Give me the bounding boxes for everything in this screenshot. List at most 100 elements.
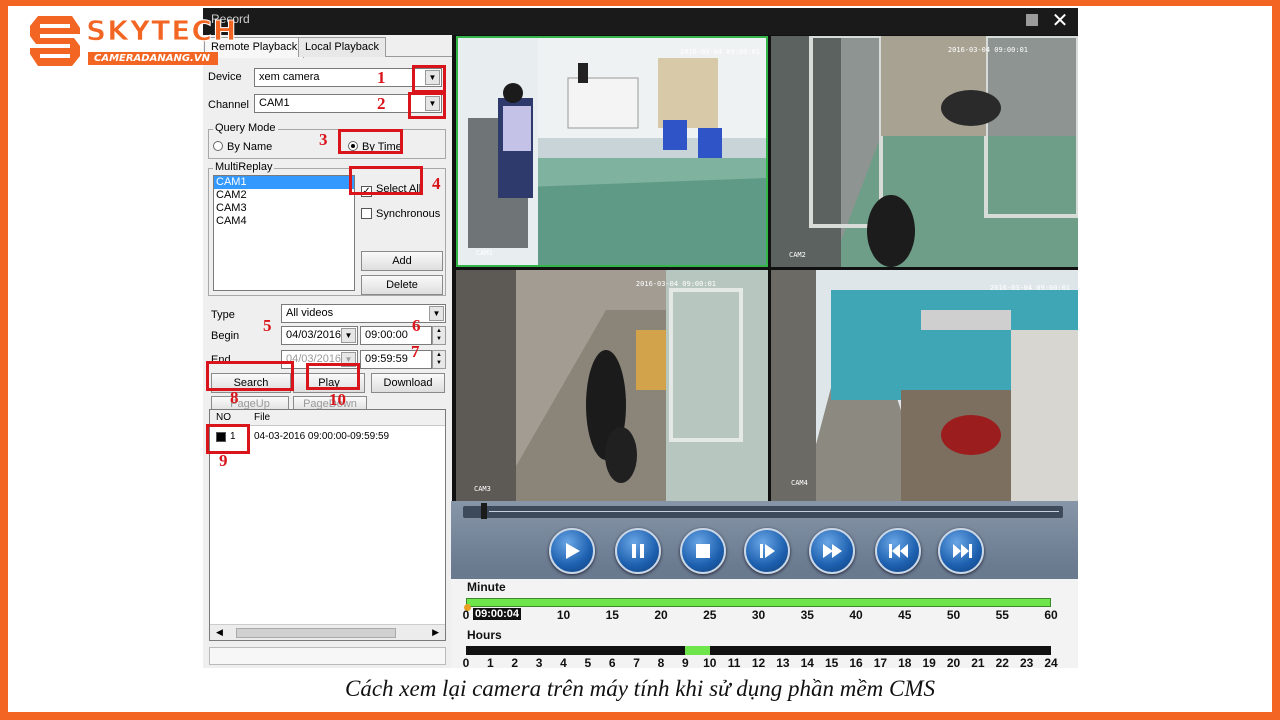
annotation-number: 7 bbox=[411, 342, 420, 361]
camera-list-item[interactable]: CAM2 bbox=[214, 189, 354, 202]
seek-handle[interactable] bbox=[481, 503, 487, 519]
synchronous-checkbox[interactable]: Synchronous bbox=[361, 208, 440, 220]
seek-bar[interactable] bbox=[463, 503, 1063, 519]
play-control-button[interactable] bbox=[549, 528, 595, 574]
annotation-number: 1 bbox=[377, 68, 386, 87]
radio-off-icon bbox=[213, 141, 223, 151]
end-time-value: 09:59:59 bbox=[365, 353, 408, 365]
annotation-number: 4 bbox=[432, 174, 441, 193]
video-timestamp: 2016-03-04 09:00:01 bbox=[947, 46, 1028, 54]
device-value: xem camera bbox=[259, 71, 320, 83]
step-control-button[interactable] bbox=[744, 528, 790, 574]
hours-title: Hours bbox=[467, 628, 502, 642]
video-cell-cam2[interactable]: 2016-03-04 09:00:01 CAM2 bbox=[771, 36, 1078, 267]
hour-tick-label: 6 bbox=[608, 656, 616, 668]
hours-timeline[interactable] bbox=[466, 646, 1051, 655]
timeline-panel: Minute 0 10 15 20 25 30 35 40 45 50 55 60 09:00:04 … bbox=[451, 579, 1078, 668]
end-time-input[interactable]: 09:59:59 bbox=[360, 350, 432, 369]
chevron-down-icon[interactable]: ▼ bbox=[429, 306, 444, 321]
status-bar bbox=[209, 647, 446, 665]
brand-name: SKYTECH bbox=[85, 14, 238, 48]
camera-list[interactable]: CAM1 CAM2 CAM3 CAM4 bbox=[213, 175, 355, 291]
hour-tick-label: 7 bbox=[633, 656, 640, 668]
horizontal-scrollbar[interactable]: ◀ ▶ bbox=[210, 624, 445, 640]
video-camera-label: CAM2 bbox=[789, 251, 806, 259]
video-grid: 2016-03-04 09:00:01 CAM1 2016-03-04 09:0… bbox=[455, 35, 1078, 503]
minute-tick-label: 10 bbox=[556, 608, 571, 622]
hour-tick-label: 24 bbox=[1044, 656, 1058, 668]
annotation-box-play bbox=[306, 363, 360, 390]
annotation-box-search bbox=[206, 361, 294, 391]
begin-time-input[interactable]: 09:00:00 bbox=[360, 326, 432, 345]
by-name-label: By Name bbox=[227, 141, 273, 153]
logo-s-icon bbox=[30, 16, 80, 66]
video-frame-cam1 bbox=[458, 38, 766, 265]
by-name-radio[interactable]: By Name bbox=[213, 141, 272, 153]
annotation-box-select-all bbox=[349, 166, 423, 195]
hour-tick-label: 16 bbox=[849, 656, 863, 668]
camera-list-item[interactable]: CAM4 bbox=[214, 215, 354, 228]
scroll-left-icon[interactable]: ◀ bbox=[216, 627, 223, 638]
hour-tick-label: 8 bbox=[657, 656, 665, 668]
device-label: Device bbox=[208, 71, 242, 83]
query-mode-title: Query Mode bbox=[213, 122, 278, 134]
add-button[interactable]: Add bbox=[361, 251, 443, 271]
annotation-box-device bbox=[412, 65, 446, 93]
video-cell-cam3[interactable]: 2016-03-04 09:00:01 CAM3 bbox=[456, 270, 768, 501]
begin-date-input[interactable]: 04/03/2016 ▼ bbox=[281, 326, 358, 345]
channel-value: CAM1 bbox=[259, 97, 290, 109]
annotation-number: 2 bbox=[377, 94, 386, 113]
tab-local-playback[interactable]: Local Playback bbox=[298, 37, 386, 57]
hour-tick-label: 3 bbox=[535, 656, 543, 668]
multireplay-title: MultiReplay bbox=[213, 161, 275, 173]
video-frame-cam4 bbox=[771, 270, 1078, 501]
begin-time-spinner[interactable]: ▲ ▼ bbox=[432, 326, 446, 345]
type-select[interactable]: All videos ▼ bbox=[281, 304, 446, 323]
hour-tick-label: 2 bbox=[511, 656, 519, 668]
close-button[interactable]: ✕ bbox=[1048, 9, 1072, 33]
hour-tick-label: 21 bbox=[971, 656, 985, 668]
caption: Cách xem lại camera trên máy tính khi sử… bbox=[344, 676, 935, 701]
previous-control-button[interactable] bbox=[875, 528, 921, 574]
minute-tick-label: 30 bbox=[751, 608, 766, 622]
minute-tick-label: 40 bbox=[849, 608, 863, 622]
chevron-down-icon[interactable]: ▼ bbox=[341, 328, 356, 343]
hour-tick-label: 14 bbox=[800, 656, 814, 668]
hour-tick-label: 17 bbox=[873, 656, 888, 668]
type-label: Type bbox=[211, 309, 235, 321]
download-button[interactable]: Download bbox=[371, 373, 445, 393]
minute-tick-label: 25 bbox=[703, 608, 717, 622]
minute-tick-label: 55 bbox=[995, 608, 1009, 622]
scrollbar-thumb[interactable] bbox=[236, 628, 396, 638]
current-time-readout: 09:00:04 bbox=[473, 608, 522, 620]
fast-forward-control-button[interactable] bbox=[809, 528, 855, 574]
scroll-right-icon[interactable]: ▶ bbox=[432, 627, 439, 638]
minute-tick-label: 45 bbox=[898, 608, 912, 622]
camera-list-item[interactable]: CAM3 bbox=[214, 202, 354, 215]
begin-time-value: 09:00:00 bbox=[365, 329, 408, 341]
file-row-name: 04-03-2016 09:00:00-09:59:59 bbox=[254, 431, 390, 442]
minute-tick-label: 20 bbox=[654, 608, 668, 622]
delete-button[interactable]: Delete bbox=[361, 275, 443, 295]
next-control-button[interactable] bbox=[938, 528, 984, 574]
hour-tick-label: 11 bbox=[727, 656, 741, 668]
recorded-hour-segment[interactable] bbox=[685, 646, 710, 655]
video-cell-cam1[interactable]: 2016-03-04 09:00:01 CAM1 bbox=[456, 36, 768, 267]
stop-control-button[interactable] bbox=[680, 528, 726, 574]
playback-controls: Minute 0 10 15 20 25 30 35 40 45 50 55 60 09:00:04 … bbox=[451, 501, 1078, 668]
end-time-spinner[interactable]: ▲ ▼ bbox=[432, 350, 446, 369]
step-icon bbox=[760, 544, 775, 558]
channel-label: Channel bbox=[208, 99, 249, 111]
video-camera-label: CAM4 bbox=[791, 479, 808, 487]
video-frame-cam3 bbox=[456, 270, 768, 501]
col-file: File bbox=[254, 412, 271, 423]
hour-tick-label: 10 bbox=[703, 656, 717, 668]
pause-control-button[interactable] bbox=[615, 528, 661, 574]
hour-tick-label: 23 bbox=[1019, 656, 1034, 668]
begin-date-value: 04/03/2016 bbox=[286, 329, 342, 341]
camera-list-item[interactable]: CAM1 bbox=[214, 176, 354, 189]
video-frame-cam2 bbox=[771, 36, 1078, 267]
minimize-button[interactable] bbox=[1026, 14, 1038, 26]
video-cell-cam4[interactable]: 2016-03-04 09:00:01 CAM4 bbox=[771, 270, 1078, 501]
minute-timeline[interactable] bbox=[466, 598, 1051, 607]
